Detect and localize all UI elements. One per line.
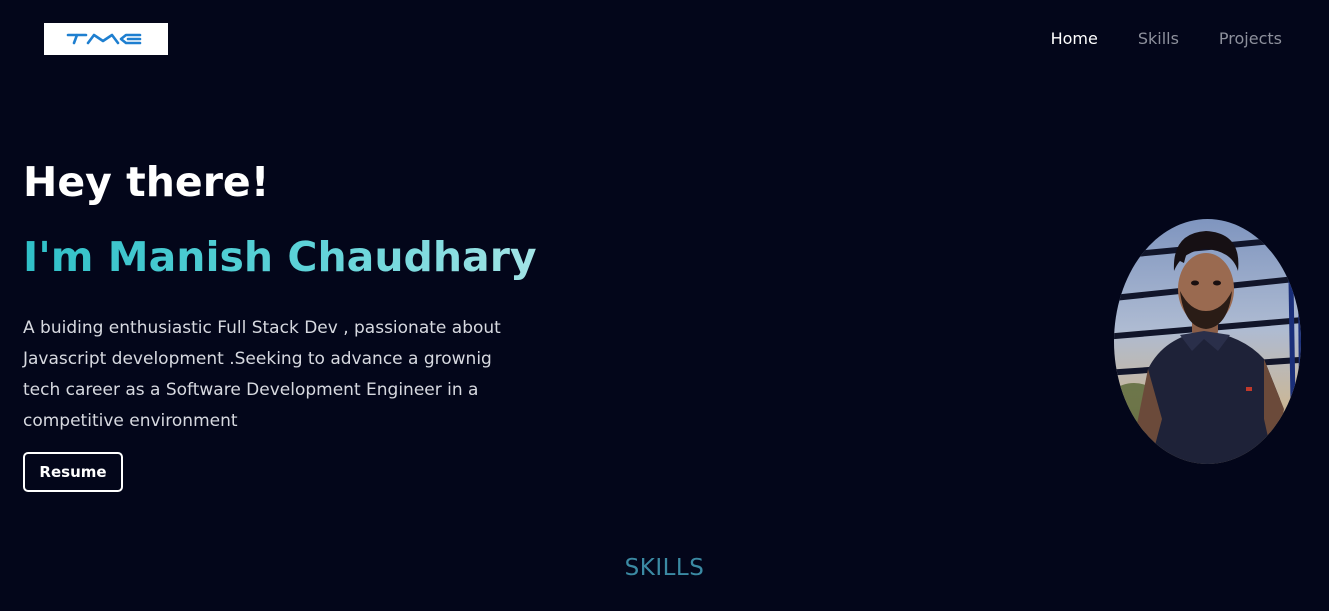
hero-greeting: Hey there!	[23, 158, 270, 206]
nav-link-skills[interactable]: Skills	[1138, 28, 1179, 50]
site-logo[interactable]	[44, 23, 168, 55]
nav-link-projects[interactable]: Projects	[1219, 28, 1282, 50]
profile-photo	[1114, 219, 1301, 464]
tmc-logo-icon	[66, 33, 142, 45]
nav-links: Home Skills Projects	[1051, 28, 1282, 50]
navbar: Home Skills Projects	[0, 0, 1329, 78]
skills-section-title: SKILLS	[624, 555, 705, 581]
hero-name: I'm Manish Chaudhary	[23, 230, 537, 284]
nav-link-home[interactable]: Home	[1051, 28, 1098, 50]
hero-description: A buiding enthusiastic Full Stack Dev , …	[23, 318, 501, 431]
resume-button[interactable]: Resume	[23, 452, 123, 492]
